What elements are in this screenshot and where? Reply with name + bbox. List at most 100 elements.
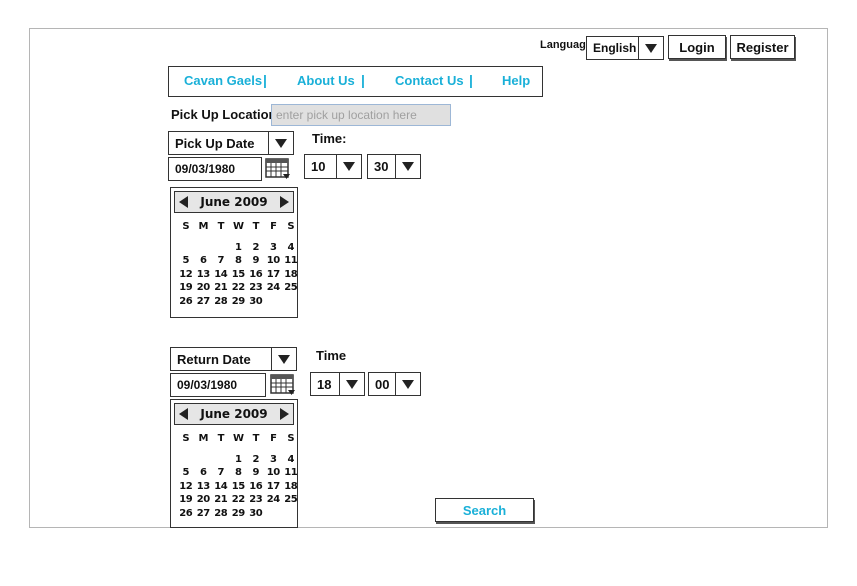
calendar-day[interactable]: 19: [177, 494, 195, 505]
chevron-down-icon: [269, 132, 293, 154]
calendar-icon[interactable]: [265, 158, 291, 180]
chevron-down-icon: [337, 155, 361, 178]
prev-month-icon[interactable]: [179, 408, 188, 420]
calendar-day[interactable]: 24: [265, 282, 283, 293]
calendar-day[interactable]: 14: [212, 269, 230, 280]
calendar-day[interactable]: 18: [282, 481, 300, 492]
calendar-day[interactable]: 13: [195, 269, 213, 280]
return-minute-select[interactable]: 00: [368, 372, 421, 396]
calendar-day[interactable]: 15: [230, 269, 248, 280]
calendar-day[interactable]: 30: [247, 296, 265, 307]
calendar-month-title: June 2009: [200, 195, 268, 209]
calendar-day[interactable]: 21: [212, 494, 230, 505]
calendar-day[interactable]: 11: [282, 255, 300, 266]
pickup-time-label: Time:: [312, 131, 347, 146]
calendar-week-row: 12 13 14 15 16 17 18: [177, 480, 300, 494]
calendar-day[interactable]: 20: [195, 282, 213, 293]
calendar-day[interactable]: 27: [195, 296, 213, 307]
language-value: English: [587, 37, 639, 59]
calendar-day[interactable]: 26: [177, 508, 195, 519]
login-button[interactable]: Login: [668, 35, 726, 59]
calendar-day[interactable]: 3: [265, 454, 283, 465]
calendar-day[interactable]: 5: [177, 255, 195, 266]
pickup-date-type-select[interactable]: Pick Up Date: [168, 131, 294, 155]
calendar-weekday: F: [270, 221, 277, 233]
calendar-day[interactable]: 16: [247, 481, 265, 492]
calendar-day[interactable]: 1: [230, 454, 248, 465]
calendar-day[interactable]: 10: [265, 467, 283, 478]
calendar-day[interactable]: 18: [282, 269, 300, 280]
pickup-location-input[interactable]: enter pick up location here: [271, 104, 451, 126]
calendar-day[interactable]: 6: [195, 255, 213, 266]
language-select[interactable]: English: [586, 36, 664, 60]
calendar-day[interactable]: 13: [195, 481, 213, 492]
calendar-day[interactable]: 16: [247, 269, 265, 280]
calendar-day[interactable]: 21: [212, 282, 230, 293]
nav-item-contact-us[interactable]: Contact Us: [395, 73, 464, 88]
calendar-day[interactable]: 20: [195, 494, 213, 505]
calendar-day[interactable]: 27: [195, 508, 213, 519]
calendar-header: June 2009: [174, 403, 294, 425]
pickup-minute-select[interactable]: 30: [367, 154, 421, 179]
calendar-day[interactable]: 1: [230, 242, 248, 253]
calendar-day[interactable]: 17: [265, 269, 283, 280]
calendar-day[interactable]: 7: [212, 467, 230, 478]
calendar-day[interactable]: 10: [265, 255, 283, 266]
calendar-day[interactable]: 6: [195, 467, 213, 478]
calendar-day[interactable]: 7: [212, 255, 230, 266]
calendar-grid: S M T W T F S 1 2 3 4 5 6 7 8 9 10 11 12 13 14 15 16 17 18 19 20 21…: [177, 220, 300, 308]
next-month-icon[interactable]: [279, 196, 289, 208]
return-date-type-select[interactable]: Return Date: [170, 347, 297, 371]
calendar-day[interactable]: 25: [282, 282, 300, 293]
calendar-day[interactable]: 19: [177, 282, 195, 293]
calendar-day[interactable]: 9: [247, 255, 265, 266]
calendar-day[interactable]: 4: [282, 242, 300, 253]
nav-item-cavan-gaels[interactable]: Cavan Gaels: [184, 73, 262, 88]
calendar-day[interactable]: 23: [247, 494, 265, 505]
calendar-day[interactable]: 15: [230, 481, 248, 492]
prev-month-icon[interactable]: [179, 196, 188, 208]
return-date-field[interactable]: 09/03/1980: [170, 373, 266, 397]
nav-separator: |: [263, 72, 267, 88]
calendar-day[interactable]: 3: [265, 242, 283, 253]
chevron-down-icon: [396, 155, 420, 178]
calendar-day[interactable]: 24: [265, 494, 283, 505]
calendar-day[interactable]: 23: [247, 282, 265, 293]
register-button[interactable]: Register: [730, 35, 795, 59]
calendar-day[interactable]: 12: [177, 269, 195, 280]
search-button[interactable]: Search: [435, 498, 534, 522]
pickup-hour-select[interactable]: 10: [304, 154, 362, 179]
return-hour-select[interactable]: 18: [310, 372, 365, 396]
calendar-day[interactable]: 30: [247, 508, 265, 519]
calendar-icon[interactable]: [270, 374, 296, 396]
calendar-day[interactable]: 28: [212, 296, 230, 307]
nav-item-help[interactable]: Help: [502, 73, 530, 88]
pickup-date-field[interactable]: 09/03/1980: [168, 157, 262, 181]
calendar-day[interactable]: 14: [212, 481, 230, 492]
calendar-day[interactable]: 17: [265, 481, 283, 492]
calendar-day[interactable]: 8: [230, 467, 248, 478]
calendar-day[interactable]: 8: [230, 255, 248, 266]
calendar-week-row: 26 27 28 29 30: [177, 507, 300, 521]
calendar-day[interactable]: 2: [247, 454, 265, 465]
calendar-day[interactable]: 22: [230, 494, 248, 505]
calendar-day[interactable]: 29: [230, 508, 248, 519]
calendar-week-row: 26 27 28 29 30: [177, 295, 300, 309]
calendar-day[interactable]: 5: [177, 467, 195, 478]
calendar-day[interactable]: 9: [247, 467, 265, 478]
calendar-day[interactable]: 28: [212, 508, 230, 519]
calendar-day[interactable]: 4: [282, 454, 300, 465]
main-nav: Cavan Gaels | About Us | Contact Us | He…: [168, 66, 543, 97]
calendar-day[interactable]: 25: [282, 494, 300, 505]
calendar-day[interactable]: 11: [282, 467, 300, 478]
calendar-day[interactable]: 12: [177, 481, 195, 492]
nav-item-about-us[interactable]: About Us: [297, 73, 355, 88]
next-month-icon[interactable]: [279, 408, 289, 420]
calendar-day[interactable]: 26: [177, 296, 195, 307]
calendar-day[interactable]: 29: [230, 296, 248, 307]
calendar-header: June 2009: [174, 191, 294, 213]
calendar-weekday: T: [217, 221, 225, 233]
calendar-day[interactable]: 2: [247, 242, 265, 253]
calendar-day[interactable]: 22: [230, 282, 248, 293]
calendar-month-title: June 2009: [200, 407, 268, 421]
